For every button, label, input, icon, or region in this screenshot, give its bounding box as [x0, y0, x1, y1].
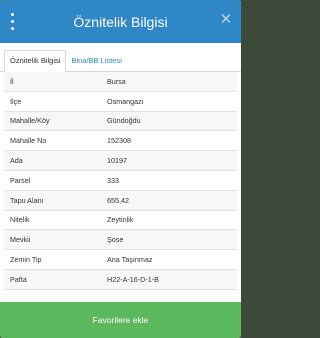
close-icon[interactable]: ✕: [219, 12, 233, 27]
dialog-title: Öznitelik Bilgisi: [73, 13, 168, 30]
row-value: Bursa: [107, 76, 126, 86]
table-row: Pafta H22-A-16-D-1-B: [4, 269, 237, 290]
table-row: Mevkii Şose: [4, 230, 237, 251]
table-row: Mahalle No 152308: [4, 131, 237, 152]
row-key: Mevkii: [10, 235, 31, 245]
tab-attribute-info[interactable]: Öznitelik Bilgisi: [4, 50, 67, 72]
row-value: H22-A-16-D-1-B: [107, 274, 159, 284]
row-key: Parsel: [10, 175, 31, 185]
dialog-header: Öznitelik Bilgisi ✕: [0, 0, 241, 43]
table-row: Ada 10197: [4, 151, 237, 171]
row-key: Mahalle/Köy: [10, 116, 50, 126]
row-value: 655,42: [107, 195, 129, 205]
row-value: Ana Taşınmaz: [107, 255, 153, 265]
table-row: Nitelik Zeytinlik: [4, 211, 237, 231]
row-value: Gündoğdu: [107, 116, 141, 126]
table-row: İl Bursa: [4, 72, 237, 92]
row-key: İlçe: [10, 96, 22, 106]
tab-bar: Öznitelik Bilgisi Bina/BB Listesi: [0, 43, 241, 72]
table-row: Zemin Tip Ana Taşınmaz: [4, 250, 237, 270]
row-key: İl: [10, 76, 14, 86]
row-key: Pafta: [10, 274, 27, 284]
row-value: 10197: [107, 156, 127, 166]
table-row: Mahalle/Köy Gündoğdu: [4, 111, 237, 132]
row-value: 333: [107, 175, 119, 185]
table-row: Parsel 333: [4, 171, 237, 191]
table-row: İlçe Osmangazi: [4, 92, 237, 112]
row-value: Şose: [107, 235, 124, 245]
more-vertical-icon[interactable]: [9, 13, 15, 30]
add-to-favorites-button[interactable]: Favorilere ekle: [0, 302, 241, 338]
row-value: Zeytinlik: [107, 215, 134, 225]
row-key: Ada: [10, 156, 23, 166]
row-key: Mahalle No: [10, 136, 47, 146]
row-value: 152308: [107, 136, 131, 146]
row-key: Tapu Alanı: [10, 195, 44, 205]
row-key: Zemin Tip: [10, 255, 42, 265]
attribute-info-dialog: Öznitelik Bilgisi ✕ Öznitelik Bilgisi Bi…: [0, 0, 241, 338]
attribute-table: İl Bursa İlçe Osmangazi Mahalle/Köy Gündoğd…: [0, 72, 241, 298]
table-row: Tapu Alanı 655,42: [4, 190, 237, 211]
row-key: Nitelik: [10, 215, 30, 225]
tab-building-list[interactable]: Bina/BB Listesi: [66, 51, 126, 71]
row-value: Osmangazi: [107, 96, 144, 106]
